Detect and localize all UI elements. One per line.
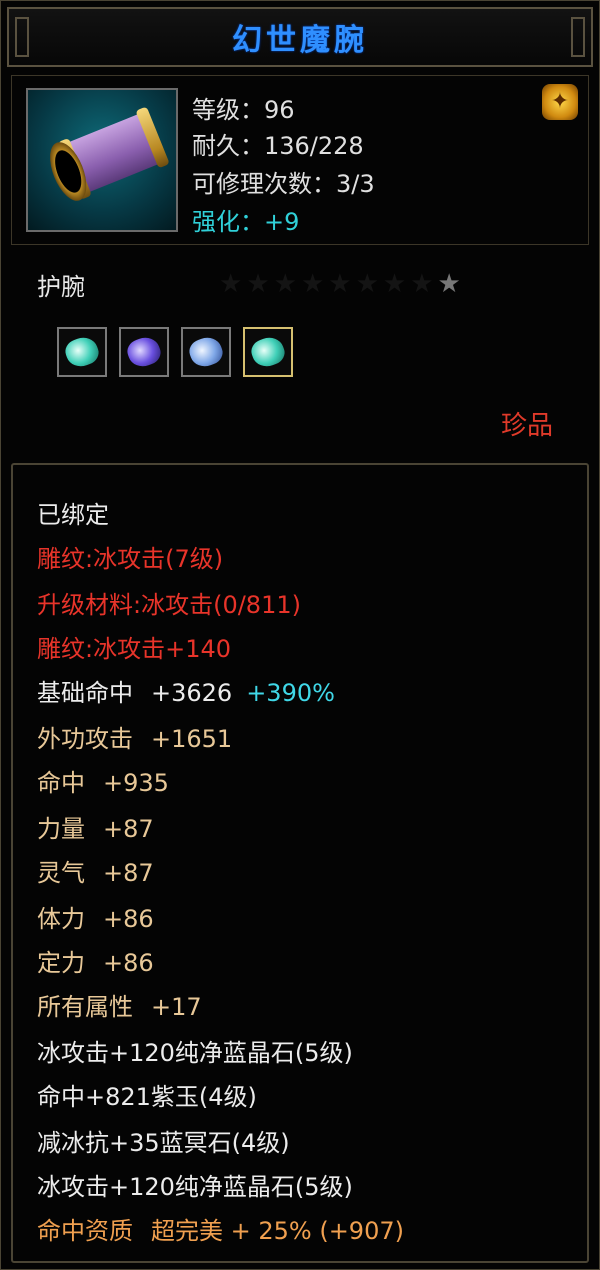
durability-text: 耐久：136/228 <box>192 132 364 160</box>
vitality-label: 体力 <box>37 905 85 933</box>
hit-label: 命中 <box>37 769 85 797</box>
bound-status: 已绑定 <box>37 501 109 529</box>
wrist-guard-icon <box>26 88 178 232</box>
base-hit-percent: +390% <box>246 679 335 707</box>
gem-bonus-4: 冰攻击+120纯净蓝晶石(5级) <box>37 1173 353 1201</box>
quality-value: 超完美 + 25% (+907) <box>151 1217 404 1245</box>
gem-bonus-2: 命中+821紫玉(4级) <box>37 1083 257 1111</box>
external-attack-value: +1651 <box>151 725 233 753</box>
gem-slot-3[interactable] <box>181 327 231 377</box>
spirit-label: 灵气 <box>37 859 85 887</box>
enhance-text: 强化：+9 <box>192 208 300 236</box>
vitality-line: 体力 +86 <box>37 899 154 934</box>
gem-bonus-3: 减冰抗+35蓝冥石(4级) <box>37 1129 290 1157</box>
gold-dragon-icon: ✦ <box>542 84 578 120</box>
star-icon: ★ <box>355 269 379 299</box>
blue-gem-icon <box>186 333 226 371</box>
repair-count-text: 可修理次数：3/3 <box>192 170 375 198</box>
star-icon: ★ <box>246 269 270 299</box>
engrave-bonus-line: 雕纹:冰攻击+140 <box>37 635 232 663</box>
star-icon: ★ <box>437 269 461 299</box>
star-icon: ★ <box>410 269 434 299</box>
spirit-line: 灵气 +87 <box>37 853 154 888</box>
strength-value: +87 <box>103 815 154 843</box>
quality-label: 命中资质 <box>37 1217 133 1245</box>
all-attributes-line: 所有属性 +17 <box>37 987 202 1022</box>
focus-line: 定力 +86 <box>37 943 154 978</box>
strength-label: 力量 <box>37 815 85 843</box>
external-attack-label: 外功攻击 <box>37 725 133 753</box>
gem-sockets <box>57 327 293 377</box>
item-tooltip: 幻世魔腕 等级：96 耐久：136/228 可修理次数：3/3 强化：+9 ✦ … <box>0 0 600 1270</box>
cyan-gem-icon <box>248 333 288 371</box>
engrave-line: 雕纹:冰攻击(7级) <box>37 545 224 573</box>
upgrade-material-line: 升级材料:冰攻击(0/811) <box>37 591 301 619</box>
title-bar: 幻世魔腕 <box>7 7 593 67</box>
external-attack-line: 外功攻击 +1651 <box>37 719 232 754</box>
gem-slot-4[interactable] <box>243 327 293 377</box>
star-icon: ★ <box>382 269 407 299</box>
cyan-gem-icon <box>62 333 102 371</box>
level-text: 等级：96 <box>192 96 295 124</box>
base-hit-value: +3626 <box>151 679 233 707</box>
focus-label: 定力 <box>37 949 85 977</box>
base-hit-label: 基础命中 <box>37 679 133 707</box>
item-header: 等级：96 耐久：136/228 可修理次数：3/3 强化：+9 ✦ <box>11 75 589 245</box>
hit-line: 命中 +935 <box>37 763 169 798</box>
item-title: 幻世魔腕 <box>232 23 368 58</box>
gem-bonus-1: 冰攻击+120纯净蓝晶石(5级) <box>37 1039 353 1067</box>
spirit-value: +87 <box>103 859 154 887</box>
star-icon: ★ <box>300 269 325 299</box>
star-icon: ★ <box>328 269 352 299</box>
star-icon: ★ <box>273 269 297 299</box>
item-type: 护腕 <box>37 273 85 301</box>
all-attributes-value: +17 <box>151 993 202 1021</box>
all-attributes-label: 所有属性 <box>37 993 133 1021</box>
purple-gem-icon <box>124 333 164 371</box>
base-hit-line: 基础命中 +3626 +390% <box>37 673 335 708</box>
rarity-label: 珍品 <box>500 411 553 441</box>
hit-value: +935 <box>103 769 169 797</box>
gem-slot-1[interactable] <box>57 327 107 377</box>
attributes-panel: 已绑定 雕纹:冰攻击(7级) 升级材料:冰攻击(0/811) 雕纹:冰攻击+14… <box>11 463 589 1263</box>
vitality-value: +86 <box>103 905 154 933</box>
star-rating: ★ ★ ★ ★ ★ ★ ★ ★ ★ <box>219 269 461 299</box>
star-icon: ★ <box>219 269 243 299</box>
strength-line: 力量 +87 <box>37 809 154 844</box>
focus-value: +86 <box>103 949 154 977</box>
quality-line: 命中资质 超完美 + 25% (+907) <box>37 1211 404 1246</box>
gem-slot-2[interactable] <box>119 327 169 377</box>
